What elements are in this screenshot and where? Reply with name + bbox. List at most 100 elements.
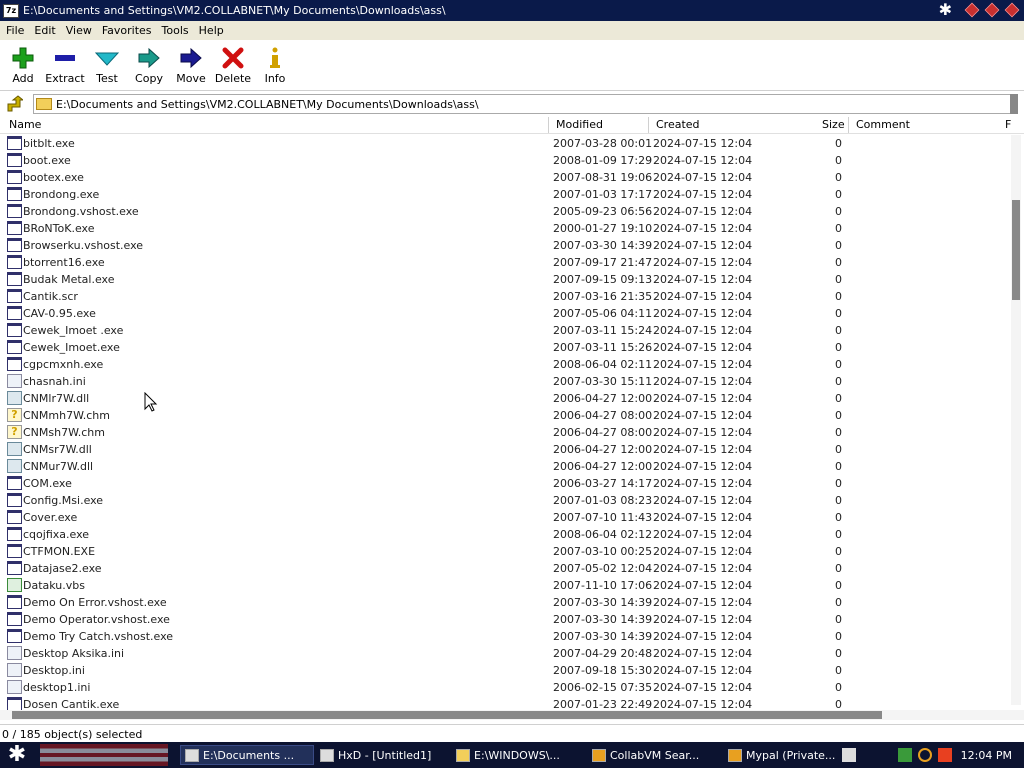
file-modified: 2006-04-27 12:00 — [553, 460, 653, 473]
file-row[interactable]: chasnah.ini 2007-03-30 15:11 2024-07-15 12… — [0, 373, 1010, 390]
move-icon — [179, 46, 203, 70]
file-size: 0 — [835, 341, 842, 354]
file-row[interactable]: CNMsr7W.dll 2006-04-27 12:00 2024-07-15 12… — [0, 441, 1010, 458]
file-created: 2024-07-15 12:04 — [653, 443, 753, 456]
file-row[interactable]: Desktop.ini 2007-09-18 15:30 2024-07-15 12… — [0, 662, 1010, 679]
file-row[interactable]: Browserku.vshost.exe 2007-03-30 14:39 2024… — [0, 237, 1010, 254]
file-row[interactable]: Dosen Cantik.exe 2007-01-23 22:49 2024-07-… — [0, 696, 1010, 710]
file-modified: 2007-03-28 00:01 — [553, 137, 653, 150]
flag-decoration — [40, 744, 168, 766]
folder-up-button[interactable] — [4, 94, 24, 114]
start-button[interactable]: ✱ — [4, 744, 30, 766]
pin-icon[interactable]: ✱ — [939, 2, 952, 18]
column-divider[interactable] — [848, 117, 849, 133]
extract-button[interactable]: Extract — [44, 40, 86, 90]
file-row[interactable]: Dataku.vbs 2007-11-10 17:06 2024-07-15 12:… — [0, 577, 1010, 594]
menu-edit[interactable]: Edit — [29, 24, 60, 37]
file-row[interactable]: cqojfixa.exe 2008-06-04 02:12 2024-07-15 1… — [0, 526, 1010, 543]
column-extra[interactable]: F — [1005, 118, 1011, 131]
file-row[interactable]: Datajase2.exe 2007-05-02 12:04 2024-07-15 … — [0, 560, 1010, 577]
column-comment[interactable]: Comment — [856, 118, 910, 131]
file-row[interactable]: CTFMON.EXE 2007-03-10 00:25 2024-07-15 12:… — [0, 543, 1010, 560]
menu-favorites[interactable]: Favorites — [97, 24, 157, 37]
task-collabvm[interactable]: CollabVM Sear... — [588, 745, 722, 765]
horizontal-scroll-thumb[interactable] — [12, 711, 882, 719]
copy-button[interactable]: Copy — [128, 40, 170, 90]
column-divider[interactable] — [648, 117, 649, 133]
file-row[interactable]: COM.exe 2006-03-27 14:17 2024-07-15 12:04 0 — [0, 475, 1010, 492]
task-hxd[interactable]: HxD - [Untitled1] — [316, 745, 450, 765]
file-row[interactable]: Brondong.exe 2007-01-03 17:17 2024-07-15 1… — [0, 186, 1010, 203]
column-modified[interactable]: Modified — [556, 118, 603, 131]
address-dropdown[interactable] — [1010, 94, 1018, 114]
info-button[interactable]: Info — [254, 40, 296, 90]
file-size: 0 — [835, 222, 842, 235]
file-row[interactable]: Cover.exe 2007-07-10 11:43 2024-07-15 12:0… — [0, 509, 1010, 526]
column-size[interactable]: Size — [822, 118, 845, 131]
move-button[interactable]: Move — [170, 40, 212, 90]
file-row[interactable]: CNMur7W.dll 2006-04-27 12:00 2024-07-15 12… — [0, 458, 1010, 475]
dll-file-icon — [7, 459, 22, 473]
file-row[interactable]: Cewek_Imoet .exe 2007-03-11 15:24 2024-07-… — [0, 322, 1010, 339]
menu-view[interactable]: View — [61, 24, 97, 37]
vertical-scroll-thumb[interactable] — [1012, 200, 1020, 300]
maximize-button[interactable] — [984, 2, 1000, 18]
address-bar: E:\Documents and Settings\VM2.COLLABNET\… — [0, 90, 1024, 116]
file-row[interactable]: boot.exe 2008-01-09 17:29 2024-07-15 12:04… — [0, 152, 1010, 169]
file-row[interactable]: bootex.exe 2007-08-31 19:06 2024-07-15 12:… — [0, 169, 1010, 186]
task-explorer[interactable]: E:\WINDOWS\... — [452, 745, 586, 765]
file-row[interactable]: CAV-0.95.exe 2007-05-06 04:11 2024-07-15 1… — [0, 305, 1010, 322]
close-button[interactable] — [1004, 2, 1020, 18]
file-name: CNMsr7W.dll — [23, 443, 92, 456]
volume-icon[interactable] — [937, 748, 952, 762]
file-row[interactable]: Demo Operator.vshost.exe 2007-03-30 14:39… — [0, 611, 1010, 628]
delete-button[interactable]: Delete — [212, 40, 254, 90]
menu-help[interactable]: Help — [194, 24, 229, 37]
test-button[interactable]: Test — [86, 40, 128, 90]
file-row[interactable]: Cantik.scr 2007-03-16 21:35 2024-07-15 12:… — [0, 288, 1010, 305]
horizontal-scrollbar[interactable] — [0, 710, 1024, 720]
column-divider[interactable] — [548, 117, 549, 133]
file-name: CNMsh7W.chm — [23, 426, 105, 439]
file-size: 0 — [835, 426, 842, 439]
file-modified: 2007-01-03 17:17 — [553, 188, 653, 201]
exe-file-icon — [7, 204, 22, 218]
file-row[interactable]: bitblt.exe 2007-03-28 00:01 2024-07-15 12:… — [0, 135, 1010, 152]
file-name: Brondong.vshost.exe — [23, 205, 139, 218]
clock[interactable]: 12:04 PM — [961, 749, 1012, 762]
file-row[interactable]: Config.Msi.exe 2007-01-03 08:23 2024-07-15… — [0, 492, 1010, 509]
task-label: HxD - [Untitled1] — [338, 748, 432, 762]
file-row[interactable]: Brondong.vshost.exe 2005-09-23 06:56 2024-… — [0, 203, 1010, 220]
column-name[interactable]: Name — [9, 118, 41, 131]
vertical-scrollbar[interactable] — [1011, 135, 1021, 705]
task-7zip[interactable]: E:\Documents ... — [180, 745, 314, 765]
task-label: E:\WINDOWS\... — [474, 748, 560, 762]
file-row[interactable]: BRoNToK.exe 2000-01-27 19:10 2024-07-15 12… — [0, 220, 1010, 237]
menu-tools[interactable]: Tools — [157, 24, 194, 37]
address-input[interactable]: E:\Documents and Settings\VM2.COLLABNET\… — [33, 94, 1011, 114]
menu-file[interactable]: File — [1, 24, 29, 37]
file-row[interactable]: Demo Try Catch.vshost.exe 2007-03-30 14:3… — [0, 628, 1010, 645]
file-row[interactable]: desktop1.ini 2006-02-15 07:35 2024-07-15 1… — [0, 679, 1010, 696]
title-bar: 7z E:\Documents and Settings\VM2.COLLABN… — [0, 0, 1024, 21]
add-icon — [12, 46, 34, 70]
file-created: 2024-07-15 12:04 — [653, 222, 753, 235]
file-row[interactable]: cgpcmxnh.exe 2008-06-04 02:11 2024-07-15 1… — [0, 356, 1010, 373]
column-created[interactable]: Created — [656, 118, 700, 131]
file-row[interactable]: Demo On Error.vshost.exe 2007-03-30 14:39… — [0, 594, 1010, 611]
file-row[interactable]: ? CNMsh7W.chm 2006-04-27 08:00 2024-07-15 1… — [0, 424, 1010, 441]
file-list: Name Modified Created Size Comment F bit… — [0, 116, 1024, 710]
keyboard-icon[interactable] — [841, 748, 856, 762]
file-row[interactable]: Cewek_Imoet.exe 2007-03-11 15:26 2024-07-1… — [0, 339, 1010, 356]
network-icon[interactable] — [897, 748, 912, 762]
test-icon — [95, 46, 119, 70]
exe-file-icon — [7, 306, 22, 320]
file-row[interactable]: Budak Metal.exe 2007-09-15 09:13 2024-07-1… — [0, 271, 1010, 288]
search-icon[interactable] — [917, 748, 932, 762]
minimize-button[interactable] — [964, 2, 980, 18]
file-row[interactable]: btorrent16.exe 2007-09-17 21:47 2024-07-15… — [0, 254, 1010, 271]
file-row[interactable]: Desktop Aksika.ini 2007-04-29 20:48 2024-0… — [0, 645, 1010, 662]
file-size: 0 — [835, 154, 842, 167]
add-button[interactable]: Add — [2, 40, 44, 90]
file-size: 0 — [835, 375, 842, 388]
